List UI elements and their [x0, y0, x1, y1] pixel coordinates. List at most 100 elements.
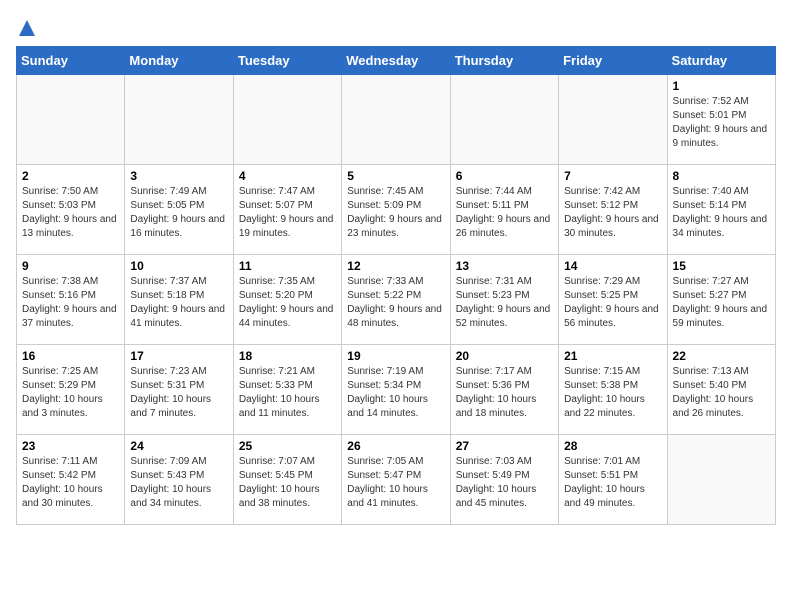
day-info: Sunrise: 7:31 AM Sunset: 5:23 PM Dayligh… — [456, 275, 553, 331]
day-info: Sunrise: 7:19 AM Sunset: 5:34 PM Dayligh… — [347, 365, 444, 421]
day-number: 24 — [130, 439, 227, 453]
day-info: Sunrise: 7:05 AM Sunset: 5:47 PM Dayligh… — [347, 455, 444, 511]
day-info: Sunrise: 7:29 AM Sunset: 5:25 PM Dayligh… — [564, 275, 661, 331]
day-number: 4 — [239, 169, 336, 183]
calendar-cell: 24 Sunrise: 7:09 AM Sunset: 5:43 PM Dayli… — [125, 434, 233, 524]
day-number: 17 — [130, 349, 227, 363]
day-info: Sunrise: 7:09 AM Sunset: 5:43 PM Dayligh… — [130, 455, 227, 511]
day-info: Sunrise: 7:11 AM Sunset: 5:42 PM Dayligh… — [22, 455, 119, 511]
calendar-cell: 18 Sunrise: 7:21 AM Sunset: 5:33 PM Dayli… — [233, 344, 341, 434]
day-info: Sunrise: 7:42 AM Sunset: 5:12 PM Dayligh… — [564, 185, 661, 241]
calendar-cell: 17 Sunrise: 7:23 AM Sunset: 5:31 PM Dayli… — [125, 344, 233, 434]
calendar-cell — [667, 434, 775, 524]
day-info: Sunrise: 7:03 AM Sunset: 5:49 PM Dayligh… — [456, 455, 553, 511]
day-number: 22 — [673, 349, 770, 363]
day-info: Sunrise: 7:52 AM Sunset: 5:01 PM Dayligh… — [673, 95, 770, 151]
day-info: Sunrise: 7:01 AM Sunset: 5:51 PM Dayligh… — [564, 455, 661, 511]
day-number: 19 — [347, 349, 444, 363]
day-number: 23 — [22, 439, 119, 453]
calendar-cell: 9 Sunrise: 7:38 AM Sunset: 5:16 PM Daylig… — [17, 254, 125, 344]
day-info: Sunrise: 7:47 AM Sunset: 5:07 PM Dayligh… — [239, 185, 336, 241]
day-number: 12 — [347, 259, 444, 273]
logo-text — [16, 16, 38, 38]
day-number: 8 — [673, 169, 770, 183]
calendar-cell: 21 Sunrise: 7:15 AM Sunset: 5:38 PM Dayli… — [559, 344, 667, 434]
calendar-cell: 26 Sunrise: 7:05 AM Sunset: 5:47 PM Dayli… — [342, 434, 450, 524]
page-header — [16, 16, 776, 38]
calendar-cell: 7 Sunrise: 7:42 AM Sunset: 5:12 PM Daylig… — [559, 164, 667, 254]
day-number: 2 — [22, 169, 119, 183]
calendar-week-row: 23 Sunrise: 7:11 AM Sunset: 5:42 PM Dayli… — [17, 434, 776, 524]
day-info: Sunrise: 7:21 AM Sunset: 5:33 PM Dayligh… — [239, 365, 336, 421]
calendar-cell: 16 Sunrise: 7:25 AM Sunset: 5:29 PM Dayli… — [17, 344, 125, 434]
weekday-header-wednesday: Wednesday — [342, 46, 450, 74]
calendar-cell: 13 Sunrise: 7:31 AM Sunset: 5:23 PM Dayli… — [450, 254, 558, 344]
day-info: Sunrise: 7:25 AM Sunset: 5:29 PM Dayligh… — [22, 365, 119, 421]
day-info: Sunrise: 7:07 AM Sunset: 5:45 PM Dayligh… — [239, 455, 336, 511]
day-info: Sunrise: 7:13 AM Sunset: 5:40 PM Dayligh… — [673, 365, 770, 421]
day-info: Sunrise: 7:49 AM Sunset: 5:05 PM Dayligh… — [130, 185, 227, 241]
day-info: Sunrise: 7:15 AM Sunset: 5:38 PM Dayligh… — [564, 365, 661, 421]
day-number: 11 — [239, 259, 336, 273]
calendar-cell: 3 Sunrise: 7:49 AM Sunset: 5:05 PM Daylig… — [125, 164, 233, 254]
calendar-cell: 20 Sunrise: 7:17 AM Sunset: 5:36 PM Dayli… — [450, 344, 558, 434]
weekday-header-friday: Friday — [559, 46, 667, 74]
day-info: Sunrise: 7:23 AM Sunset: 5:31 PM Dayligh… — [130, 365, 227, 421]
day-info: Sunrise: 7:38 AM Sunset: 5:16 PM Dayligh… — [22, 275, 119, 331]
day-number: 26 — [347, 439, 444, 453]
day-number: 10 — [130, 259, 227, 273]
day-number: 3 — [130, 169, 227, 183]
calendar-cell: 1Sunrise: 7:52 AM Sunset: 5:01 PM Daylig… — [667, 74, 775, 164]
calendar-cell: 19 Sunrise: 7:19 AM Sunset: 5:34 PM Dayli… — [342, 344, 450, 434]
day-info: Sunrise: 7:44 AM Sunset: 5:11 PM Dayligh… — [456, 185, 553, 241]
calendar-cell: 12Sunrise: 7:33 AM Sunset: 5:22 PM Dayli… — [342, 254, 450, 344]
weekday-header-tuesday: Tuesday — [233, 46, 341, 74]
day-number: 25 — [239, 439, 336, 453]
day-info: Sunrise: 7:35 AM Sunset: 5:20 PM Dayligh… — [239, 275, 336, 331]
day-number: 15 — [673, 259, 770, 273]
calendar-cell: 23 Sunrise: 7:11 AM Sunset: 5:42 PM Dayli… — [17, 434, 125, 524]
day-info: Sunrise: 7:50 AM Sunset: 5:03 PM Dayligh… — [22, 185, 119, 241]
weekday-header-row: SundayMondayTuesdayWednesdayThursdayFrid… — [17, 46, 776, 74]
day-number: 28 — [564, 439, 661, 453]
day-number: 16 — [22, 349, 119, 363]
calendar-cell — [450, 74, 558, 164]
calendar-week-row: 9 Sunrise: 7:38 AM Sunset: 5:16 PM Daylig… — [17, 254, 776, 344]
calendar-cell — [17, 74, 125, 164]
calendar-cell: 27 Sunrise: 7:03 AM Sunset: 5:49 PM Dayli… — [450, 434, 558, 524]
day-info: Sunrise: 7:45 AM Sunset: 5:09 PM Dayligh… — [347, 185, 444, 241]
calendar-cell: 15 Sunrise: 7:27 AM Sunset: 5:27 PM Dayli… — [667, 254, 775, 344]
calendar-cell — [233, 74, 341, 164]
day-number: 9 — [22, 259, 119, 273]
calendar-cell — [125, 74, 233, 164]
day-info: Sunrise: 7:17 AM Sunset: 5:36 PM Dayligh… — [456, 365, 553, 421]
calendar-cell: 14 Sunrise: 7:29 AM Sunset: 5:25 PM Dayli… — [559, 254, 667, 344]
logo-icon — [17, 18, 37, 38]
calendar-cell: 28 Sunrise: 7:01 AM Sunset: 5:51 PM Dayli… — [559, 434, 667, 524]
day-number: 27 — [456, 439, 553, 453]
day-number: 7 — [564, 169, 661, 183]
calendar-cell: 25 Sunrise: 7:07 AM Sunset: 5:45 PM Dayli… — [233, 434, 341, 524]
day-number: 14 — [564, 259, 661, 273]
weekday-header-thursday: Thursday — [450, 46, 558, 74]
weekday-header-sunday: Sunday — [17, 46, 125, 74]
calendar-cell — [559, 74, 667, 164]
calendar-cell — [342, 74, 450, 164]
calendar-week-row: 2 Sunrise: 7:50 AM Sunset: 5:03 PM Daylig… — [17, 164, 776, 254]
calendar-cell: 8Sunrise: 7:40 AM Sunset: 5:14 PM Daylig… — [667, 164, 775, 254]
logo — [16, 16, 38, 38]
day-number: 13 — [456, 259, 553, 273]
weekday-header-monday: Monday — [125, 46, 233, 74]
calendar-cell: 2 Sunrise: 7:50 AM Sunset: 5:03 PM Daylig… — [17, 164, 125, 254]
day-number: 21 — [564, 349, 661, 363]
day-info: Sunrise: 7:37 AM Sunset: 5:18 PM Dayligh… — [130, 275, 227, 331]
calendar-cell: 10 Sunrise: 7:37 AM Sunset: 5:18 PM Dayli… — [125, 254, 233, 344]
day-number: 20 — [456, 349, 553, 363]
calendar-cell: 5Sunrise: 7:45 AM Sunset: 5:09 PM Daylig… — [342, 164, 450, 254]
day-info: Sunrise: 7:27 AM Sunset: 5:27 PM Dayligh… — [673, 275, 770, 331]
calendar-table: SundayMondayTuesdayWednesdayThursdayFrid… — [16, 46, 776, 525]
calendar-cell: 6Sunrise: 7:44 AM Sunset: 5:11 PM Daylig… — [450, 164, 558, 254]
calendar-week-row: 16 Sunrise: 7:25 AM Sunset: 5:29 PM Dayli… — [17, 344, 776, 434]
calendar-week-row: 1Sunrise: 7:52 AM Sunset: 5:01 PM Daylig… — [17, 74, 776, 164]
day-number: 18 — [239, 349, 336, 363]
